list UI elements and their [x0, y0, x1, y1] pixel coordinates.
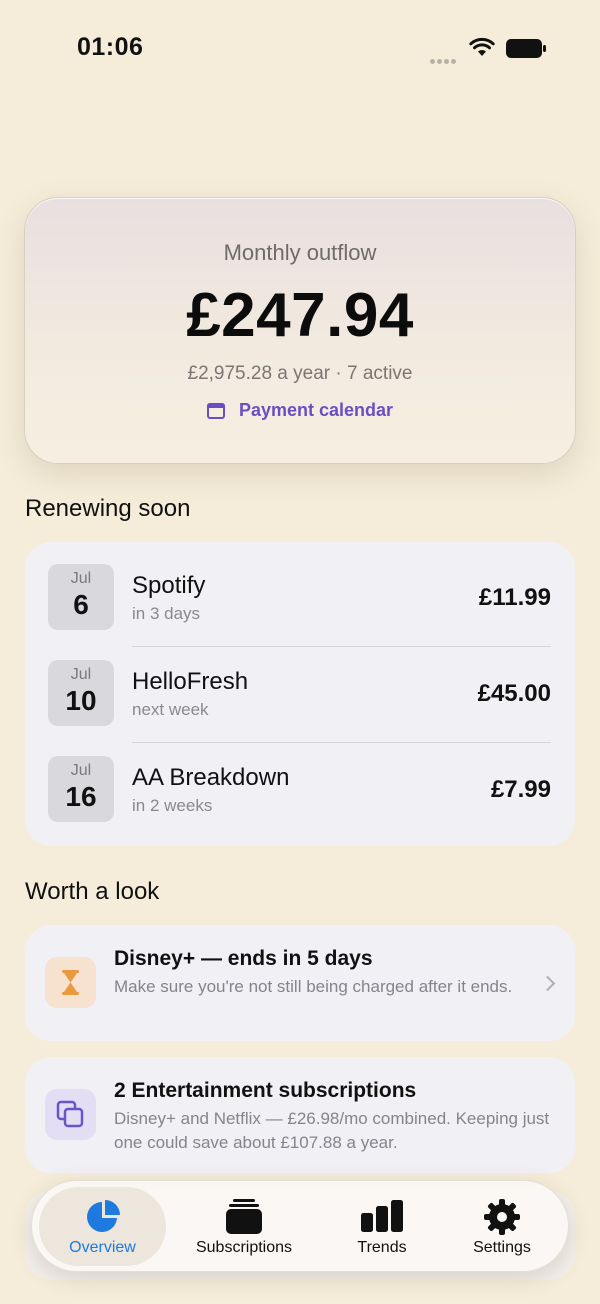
renewal-when: in 3 days	[132, 604, 201, 623]
tab-subscriptions[interactable]: Subscriptions	[182, 1181, 306, 1273]
tab-overview[interactable]: Overview	[39, 1181, 166, 1273]
renewal-amount: £45.00	[477, 680, 551, 707]
monthly-outflow-card: Monthly outflow £247.94 £2,975.28 a year…	[24, 197, 576, 464]
renewal-row-hellofresh[interactable]: Jul 10 HelloFresh next week £45.00	[25, 638, 575, 734]
outflow-amount: £247.94	[186, 281, 414, 350]
outflow-subtitle: £2,975.28 a year · 7 active	[187, 363, 413, 384]
outflow-label: Monthly outflow	[223, 240, 377, 265]
renewal-name: Spotify	[132, 572, 206, 599]
hourglass-icon	[45, 957, 96, 1008]
renewal-when: next week	[132, 700, 209, 719]
battery-icon	[506, 39, 546, 58]
tip-card-disney-ending[interactable]: Disney+ — ends in 5 days Make sure you'r…	[25, 925, 575, 1041]
tab-label: Trends	[357, 1239, 407, 1256]
renewal-name: AA Breakdown	[132, 764, 290, 791]
payment-calendar-link[interactable]: Payment calendar	[25, 400, 575, 421]
payment-calendar-label: Payment calendar	[238, 400, 394, 420]
renewal-name: HelloFresh	[132, 668, 249, 695]
worth-a-look-heading: Worth a look	[25, 878, 160, 905]
tab-label: Overview	[69, 1239, 136, 1256]
date-badge: Jul 6	[48, 564, 114, 630]
chevron-right-icon	[539, 975, 556, 992]
renewal-when: in 2 weeks	[132, 796, 213, 815]
status-time: 01:06	[77, 33, 144, 61]
renewal-row-spotify[interactable]: Jul 6 Spotify in 3 days £11.99	[25, 542, 575, 638]
renewal-row-aa-breakdown[interactable]: Jul 16 AA Breakdown in 2 weeks £7.99	[25, 734, 575, 830]
calendar-icon	[206, 402, 225, 419]
stack-icon	[226, 1199, 262, 1234]
tab-trends[interactable]: Trends	[332, 1181, 432, 1273]
renewal-amount: £11.99	[478, 584, 551, 611]
stacked-squares-icon	[45, 1089, 96, 1140]
bar-chart-icon	[361, 1200, 403, 1232]
renewal-amount: £7.99	[490, 776, 551, 803]
tab-label: Settings	[473, 1239, 531, 1256]
renewing-soon-list: Jul 6 Spotify in 3 days £11.99 Jul 10 He…	[25, 542, 575, 846]
gear-icon	[484, 1199, 520, 1235]
tip-body: Make sure you're not still being charged…	[114, 977, 513, 996]
tab-label: Subscriptions	[195, 1239, 293, 1256]
tip-title: Disney+ — ends in 5 days	[114, 947, 373, 970]
renewing-soon-heading: Renewing soon	[25, 495, 191, 522]
cellular-signal-icon	[430, 51, 458, 69]
tip-card-duplicate-entertainment[interactable]: 2 Entertainment subscriptions Disney+ an…	[25, 1057, 575, 1173]
status-bar: 01:06	[0, 0, 600, 100]
tab-settings[interactable]: Settings	[452, 1181, 552, 1273]
date-badge: Jul 16	[48, 756, 114, 822]
tip-title: 2 Entertainment subscriptions	[114, 1079, 417, 1102]
wifi-icon	[469, 37, 495, 56]
tip-body: Disney+ and Netflix — £26.98/mo combined…	[114, 1109, 550, 1152]
date-badge: Jul 10	[48, 660, 114, 726]
pie-chart-icon	[86, 1200, 120, 1232]
tab-bar: Overview Subscriptions Trends Settings	[31, 1180, 569, 1272]
